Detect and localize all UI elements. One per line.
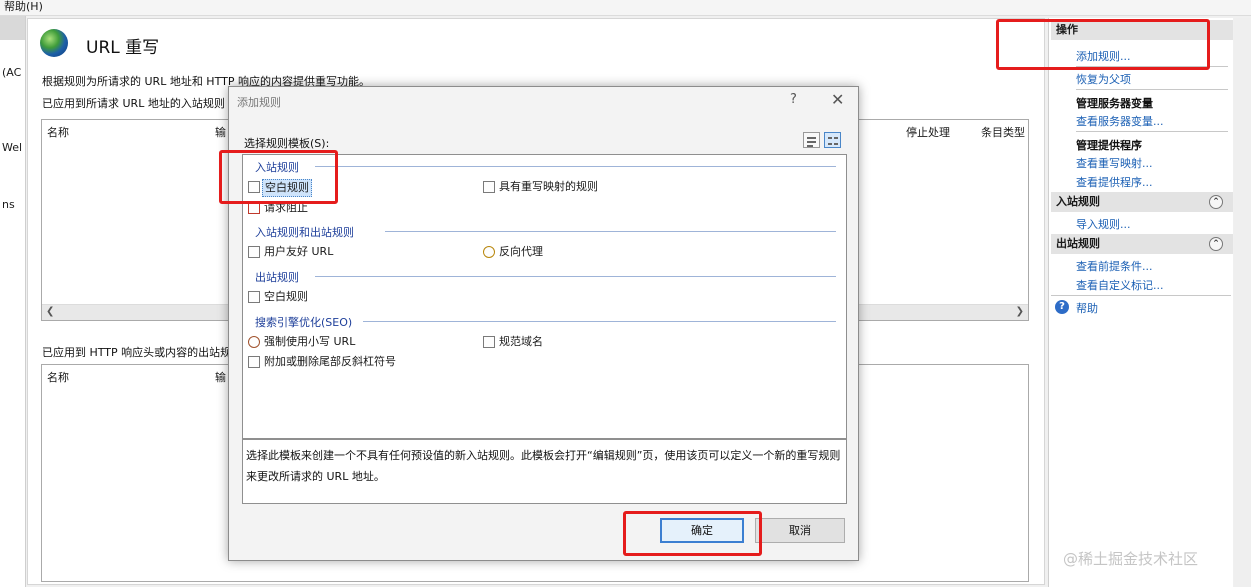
divider: [1076, 66, 1228, 67]
select-template-label: 选择规则模板(S):: [244, 137, 330, 150]
column-header-stop-processing[interactable]: 停止处理: [906, 124, 950, 140]
template-label: 具有重写映射的规则: [499, 180, 598, 193]
template-label: 请求阻止: [264, 201, 308, 214]
tile-view-icon[interactable]: [824, 132, 841, 148]
rewrite-map-icon: [483, 181, 495, 193]
cancel-button[interactable]: 取消: [755, 518, 845, 543]
connections-tree: (AC Wel ns: [0, 16, 26, 587]
ok-button[interactable]: 确定: [660, 518, 744, 543]
group-divider: [385, 231, 836, 232]
outbound-rules-section[interactable]: 出站规则 ⌃: [1051, 234, 1233, 254]
collapse-icon[interactable]: ⌃: [1209, 237, 1223, 251]
globe-icon: [40, 29, 68, 57]
inbound-rules-label: 已应用到所请求 URL 地址的入站规则: [42, 97, 225, 110]
menu-help[interactable]: 帮助(H): [4, 0, 43, 14]
details-view-icon[interactable]: [803, 132, 820, 148]
trailing-slash-icon: [248, 356, 260, 368]
manage-providers-title: 管理提供程序: [1076, 139, 1142, 152]
group-divider: [315, 166, 836, 167]
scroll-left-icon[interactable]: ❮: [46, 306, 54, 317]
watermark: @稀土掘金技术社区: [1063, 550, 1199, 568]
group-inbound: 入站规则: [255, 161, 299, 174]
template-label: 附加或删除尾部反斜杠符号: [264, 355, 396, 368]
divider: [1076, 131, 1228, 132]
view-custom-tags-link[interactable]: 查看自定义标记...: [1076, 277, 1164, 293]
window-edge: [1234, 18, 1251, 587]
dialog-title: 添加规则: [237, 96, 281, 109]
user-friendly-url-icon: [248, 246, 260, 258]
reverse-proxy-icon: [483, 246, 495, 258]
group-divider: [315, 276, 836, 277]
block-icon: [248, 202, 260, 214]
template-label: 规范域名: [499, 335, 543, 348]
rule-template-list[interactable]: 入站规则 空白规则 具有重写映射的规则 请求阻止 入站规则和出站规则 用户友好 …: [242, 154, 847, 439]
template-label: 空白规则: [264, 290, 308, 303]
inbound-rules-section[interactable]: 入站规则 ⌃: [1051, 192, 1233, 212]
add-rule-dialog: 添加规则 ? ✕ 选择规则模板(S): 入站规则 空白规则 具有重写映射的规则 …: [228, 86, 859, 561]
inbound-rules-section-label: 入站规则: [1056, 195, 1100, 208]
column-header-name[interactable]: 名称: [47, 369, 69, 385]
column-header-input[interactable]: 输: [215, 369, 226, 385]
canonical-domain-icon: [483, 336, 495, 348]
menu-bar: 帮助(H): [0, 0, 1251, 16]
column-header-entry-type[interactable]: 条目类型: [981, 124, 1025, 140]
dialog-help-button[interactable]: ?: [790, 92, 797, 107]
collapse-icon[interactable]: ⌃: [1209, 195, 1223, 209]
column-header-input[interactable]: 输: [215, 124, 226, 140]
outbound-blank-rule-icon: [248, 291, 260, 303]
add-rules-link[interactable]: 添加规则...: [1076, 48, 1131, 64]
view-rewrite-maps-link[interactable]: 查看重写映射...: [1076, 155, 1153, 171]
template-label: 强制使用小写 URL: [264, 335, 356, 348]
revert-to-parent-link[interactable]: 恢复为父项: [1076, 71, 1131, 87]
outbound-rules-section-label: 出站规则: [1056, 237, 1100, 250]
template-label: 用户友好 URL: [264, 245, 334, 258]
tree-node-fragment[interactable]: ns: [2, 198, 15, 211]
template-label: 空白规则: [262, 179, 312, 197]
view-preconditions-link[interactable]: 查看前提条件...: [1076, 258, 1153, 274]
group-divider: [363, 321, 836, 322]
import-rules-link[interactable]: 导入规则...: [1076, 216, 1131, 232]
help-icon[interactable]: ?: [1055, 300, 1069, 314]
page-title: URL 重写: [86, 38, 160, 58]
view-providers-link[interactable]: 查看提供程序...: [1076, 174, 1153, 190]
view-server-variables-link[interactable]: 查看服务器变量...: [1076, 113, 1164, 129]
divider: [1051, 295, 1231, 296]
group-outbound: 出站规则: [255, 271, 299, 284]
actions-pane: 操作 添加规则... 恢复为父项 管理服务器变量 查看服务器变量... 管理提供…: [1048, 18, 1233, 587]
manage-server-variables-title: 管理服务器变量: [1076, 97, 1153, 110]
dialog-close-icon[interactable]: ✕: [831, 90, 844, 109]
group-seo: 搜索引擎优化(SEO): [255, 316, 353, 329]
template-description: 选择此模板来创建一个不具有任何预设值的新入站规则。此模板会打开“编辑规则”页，使…: [242, 439, 847, 504]
tree-node-fragment[interactable]: Wel: [2, 141, 22, 154]
template-label: 反向代理: [499, 245, 543, 258]
divider: [1076, 89, 1228, 90]
blank-rule-icon: [248, 181, 260, 193]
group-inbound-outbound: 入站规则和出站规则: [255, 226, 354, 239]
help-link[interactable]: 帮助: [1076, 300, 1098, 316]
scroll-right-icon[interactable]: ❯: [1016, 306, 1024, 317]
tree-node-fragment[interactable]: (AC: [2, 66, 21, 79]
tree-header: [0, 16, 25, 40]
outbound-rules-label: 已应用到 HTTP 响应头或内容的出站规: [42, 346, 232, 359]
actions-header: 操作: [1051, 20, 1233, 40]
column-header-name[interactable]: 名称: [47, 124, 69, 140]
lowercase-url-icon: [248, 336, 260, 348]
